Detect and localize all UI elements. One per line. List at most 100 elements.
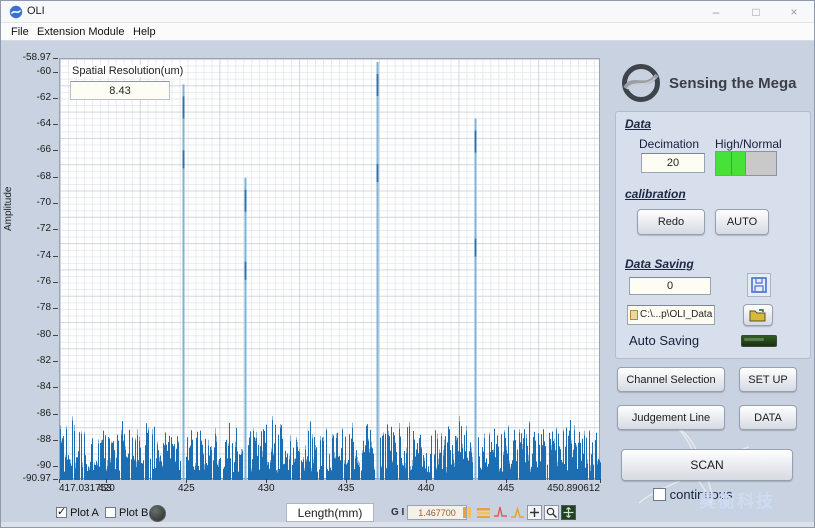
y-tick-mark [53,308,58,309]
y-tick-mark [53,440,58,441]
y-tick-label: -80 [3,329,51,340]
x-tick-label: 440 [418,483,435,494]
status-led [149,505,166,522]
y-tick-mark [53,177,58,178]
x-tick-mark [506,479,507,483]
y-tick-label: -74 [3,250,51,261]
y-tick-label: -66 [3,144,51,155]
plot-a-label: Plot A [70,507,99,519]
plot-b-label: Plot B [119,507,148,519]
minimize-button[interactable]: – [701,3,731,21]
red-trace-icon[interactable] [493,505,508,520]
y-tick-label: -72 [3,223,51,234]
cursor-crosshair-icon[interactable] [527,505,542,520]
calibration-section-title: calibration [625,187,686,201]
y-tick-mark [53,282,58,283]
signal-plot[interactable]: Spatial Resolution(um) 8.43 [59,58,600,479]
app-icon [9,5,23,19]
x-tick-mark [186,479,187,483]
x-tick-label: 430 [258,483,275,494]
auto-saving-led [741,335,777,347]
plot-b-checkbox[interactable] [105,507,116,518]
y-tick-mark [53,414,58,415]
pan-icon[interactable] [561,505,576,520]
save-count-input[interactable]: 0 [629,277,711,295]
x-tick-label: 425 [178,483,195,494]
y-tick-label: -70 [3,197,51,208]
path-file-icon [630,310,638,320]
x-tick-mark [600,479,601,483]
y-tick-mark [53,479,58,480]
decimation-input[interactable]: 20 [641,153,705,173]
y-tick-mark [53,124,58,125]
scale-bars-icon[interactable] [459,505,474,520]
plot-a-checkbox[interactable]: ✓ [56,507,67,518]
spatial-resolution-label: Spatial Resolution(um) [70,65,185,77]
y-tick-mark [53,203,58,204]
orange-trace-icon[interactable] [510,505,525,520]
high-normal-label: High/Normal [715,137,782,151]
graph-palette [459,504,576,521]
x-tick-label: 435 [338,483,355,494]
x-tick-label: 445 [498,483,515,494]
save-path-input[interactable]: C:\...p\OLI_Data [627,305,715,325]
window-title: OLI [27,5,45,17]
bottom-strip [1,522,814,528]
y-tick-mark [53,58,58,59]
menu-file[interactable]: File [7,25,33,39]
y-tick-label: -78 [3,302,51,313]
data-button[interactable]: DATA [739,405,797,430]
y-tick-label: -84 [3,381,51,392]
y-tick-mark [53,150,58,151]
x-tick-mark [106,479,107,483]
scan-button[interactable]: SCAN [621,449,793,481]
y-tick-label: -62 [3,92,51,103]
plot-legend-row: ✓ Plot A Plot B [56,507,148,519]
folder-icon [749,308,767,322]
menu-extension-module[interactable]: Extension Module [33,25,128,39]
x-unit-selector[interactable]: Length(mm) [286,503,374,522]
channel-selection-button[interactable]: Channel Selection [617,367,725,392]
decimation-label: Decimation [639,137,699,151]
y-tick-label: -90 [3,460,51,471]
x-tick-label: 450.890612 [547,483,600,494]
maximize-button[interactable]: □ [741,3,771,21]
gi-value: 1.467700 [407,505,467,520]
save-icon[interactable] [747,273,771,297]
scale-lines-icon[interactable] [476,505,491,520]
high-normal-toggle[interactable] [715,151,777,176]
watermark-en: MegaSense [719,506,778,518]
y-tick-label: -76 [3,276,51,287]
toggle-on-segment [716,152,746,175]
close-button[interactable]: × [779,3,809,21]
gi-label: G I [391,507,404,518]
browse-folder-button[interactable] [743,304,773,326]
auto-saving-label: Auto Saving [629,333,699,348]
y-tick-mark [53,361,58,362]
continuous-checkbox[interactable] [653,488,666,501]
y-tick-label: -68 [3,171,51,182]
x-tick-mark [426,479,427,483]
brand-text: Sensing the Mega [669,75,797,92]
y-tick-mark [53,229,58,230]
menu-bar: File Extension Module Help [1,23,814,41]
judgement-line-button[interactable]: Judgement Line [617,405,725,430]
y-tick-label: -90.97 [3,473,51,484]
y-tick-label: -88 [3,434,51,445]
x-tick-mark [346,479,347,483]
y-tick-mark [53,72,58,73]
zoom-icon[interactable] [544,505,559,520]
app-window: OLI – □ × File Extension Module Help Amp… [0,0,815,528]
auto-button[interactable]: AUTO [715,209,769,235]
y-tick-label: -58.97 [3,52,51,63]
y-tick-mark [53,98,58,99]
redo-button[interactable]: Redo [637,209,705,235]
y-tick-mark [53,387,58,388]
menu-help[interactable]: Help [129,25,160,39]
y-tick-label: -82 [3,355,51,366]
y-tick-mark [53,466,58,467]
x-tick-mark [59,479,60,483]
setup-button[interactable]: SET UP [739,367,797,392]
y-tick-label: -86 [3,408,51,419]
y-tick-mark [53,256,58,257]
